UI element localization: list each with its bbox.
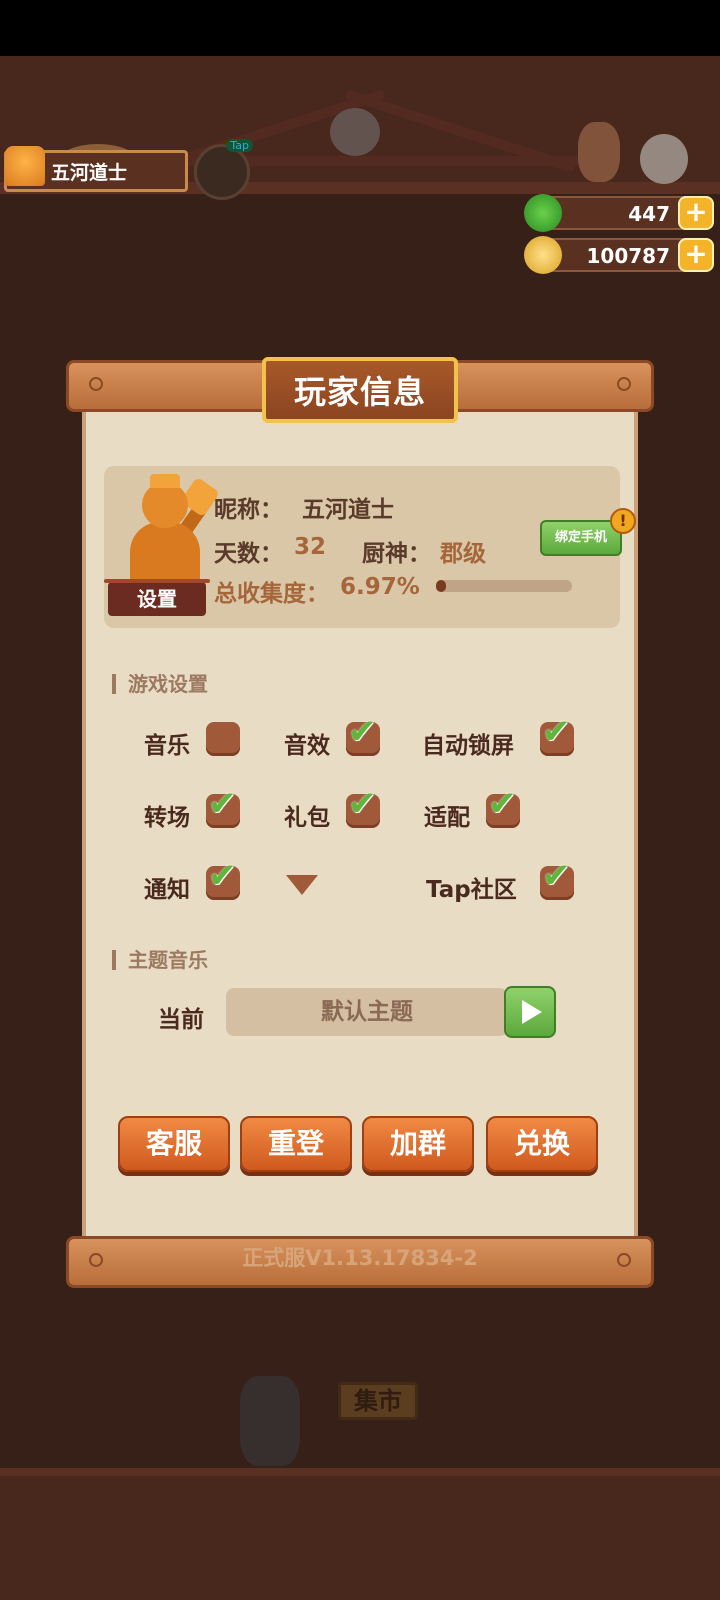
option-label-tap-community: Tap社区: [426, 877, 517, 903]
tap-badge: Tap: [226, 139, 253, 152]
checkmark-icon: ✔: [488, 784, 517, 824]
checkbox-sound[interactable]: ✔: [346, 712, 380, 756]
option-label-adapt: 适配: [424, 805, 470, 831]
checkbox-tap-community[interactable]: ✔: [540, 856, 574, 900]
player-statue-icon: [120, 474, 221, 586]
option-label-notify: 通知: [144, 877, 190, 903]
option-label-music: 音乐: [144, 733, 190, 759]
days-value: 32: [294, 534, 327, 560]
coin-value: 100787: [586, 244, 671, 268]
play-theme-button[interactable]: [504, 986, 556, 1038]
theme-music-header: 主题音乐: [112, 944, 208, 973]
bind-phone-button[interactable]: 绑定手机: [540, 520, 622, 556]
collection-label: 总收集度：: [214, 581, 329, 607]
chef-rank-value: 郡级: [440, 541, 486, 567]
play-icon: [522, 1000, 542, 1024]
avatar-settings-button[interactable]: 设置: [104, 579, 210, 616]
current-theme-field[interactable]: 默认主题: [226, 988, 508, 1036]
checkmark-icon: ✔: [348, 784, 377, 824]
collection-progress-fill: [436, 580, 446, 592]
status-bar: [0, 0, 720, 56]
days-label: 天数：: [214, 541, 283, 567]
checkmark-icon: ✔: [348, 712, 377, 752]
version-label: 正式服V1.13.17834-2: [242, 1246, 478, 1270]
alert-badge-icon: !: [610, 508, 636, 534]
current-theme-label: 当前: [158, 1007, 204, 1033]
jade-icon: [524, 194, 562, 232]
checkbox-transition[interactable]: ✔: [206, 784, 240, 828]
dialog-title-plaque: 玩家信息: [262, 357, 458, 423]
checkbox-gift[interactable]: ✔: [346, 784, 380, 828]
player-avatar-icon: [5, 146, 45, 186]
collection-value: 6.97%: [340, 574, 420, 600]
player-name-tag[interactable]: 五河道士: [4, 146, 188, 192]
join-group-button[interactable]: 加群: [362, 1116, 474, 1172]
checkbox-autolock[interactable]: ✔: [540, 712, 574, 756]
tap-community-button[interactable]: Tap: [194, 139, 253, 200]
customer-service-button[interactable]: 客服: [118, 1116, 230, 1172]
dropdown-arrow-icon[interactable]: [286, 875, 318, 895]
collection-progress-bar: [436, 580, 572, 592]
add-jade-button[interactable]: +: [678, 196, 714, 230]
coin-counter: 100787 +: [524, 236, 714, 274]
checkbox-music[interactable]: [206, 722, 240, 756]
jade-counter: 447 +: [524, 194, 714, 232]
option-label-gift: 礼包: [284, 805, 330, 831]
checkmark-icon: ✔: [208, 784, 237, 824]
checkmark-icon: ✔: [208, 856, 237, 896]
option-label-sound: 音效: [284, 733, 330, 759]
redeem-button[interactable]: 兑换: [486, 1116, 598, 1172]
nickname-value: 五河道士: [302, 497, 394, 523]
jade-value: 447: [628, 202, 670, 226]
coin-icon: [524, 236, 562, 274]
add-coin-button[interactable]: +: [678, 238, 714, 272]
checkmark-icon: ✔: [542, 856, 571, 896]
option-label-transition: 转场: [144, 805, 190, 831]
dialog-title: 玩家信息: [293, 373, 426, 411]
nickname-label: 昵称：: [214, 497, 283, 523]
checkbox-notify[interactable]: ✔: [206, 856, 240, 900]
option-label-autolock: 自动锁屏: [422, 733, 514, 759]
checkbox-adapt[interactable]: ✔: [486, 784, 520, 828]
chef-rank-label: 厨神：: [362, 541, 431, 567]
game-settings-header: 游戏设置: [112, 668, 208, 697]
relogin-button[interactable]: 重登: [240, 1116, 352, 1172]
player-name: 五河道士: [51, 161, 128, 184]
checkmark-icon: ✔: [542, 712, 571, 752]
